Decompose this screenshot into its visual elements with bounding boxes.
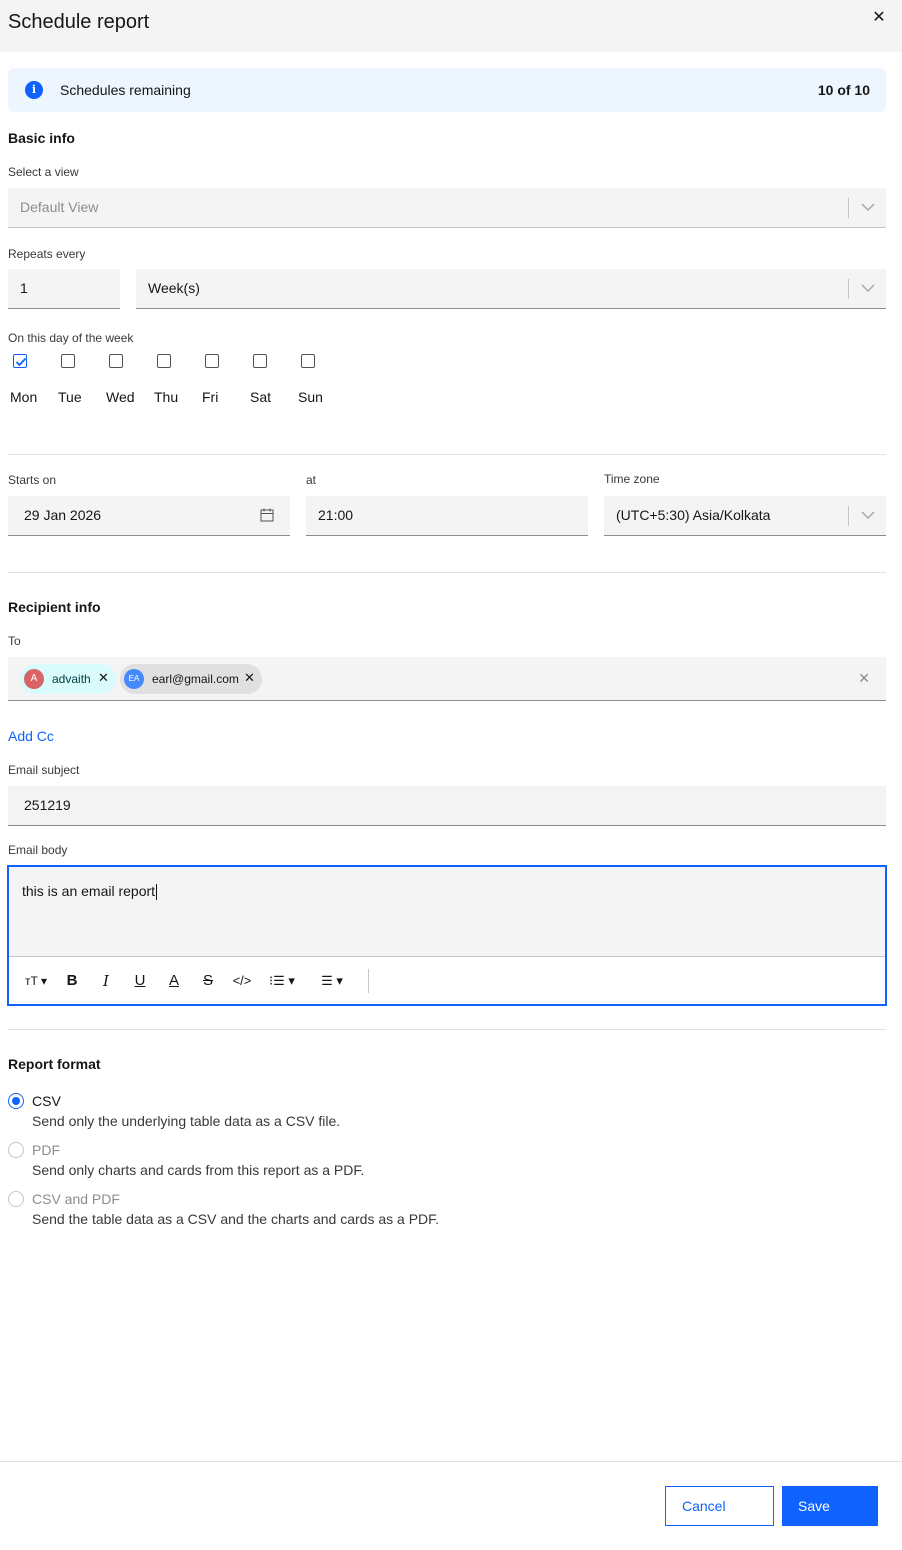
bold-icon[interactable]: B (63, 969, 81, 993)
schedules-remaining-banner: i Schedules remaining 10 of 10 (8, 68, 886, 112)
footer-divider (0, 1461, 902, 1462)
repeats-number-input[interactable]: 1 (8, 269, 120, 309)
email-body-editor[interactable]: this is an email report ᴛT ▾ B I U A S <… (7, 865, 887, 1006)
report-format-heading: Report format (8, 1056, 101, 1072)
banner-count: 10 of 10 (817, 82, 870, 98)
timezone-select[interactable]: (UTC+5:30) Asia/Kolkata (604, 496, 886, 536)
at-label: at (306, 473, 317, 487)
day-wed-checkbox[interactable] (109, 354, 123, 368)
to-recipients-input[interactable]: A advaith ✕ EA earl@gmail.com ✕ ✕ (8, 657, 886, 701)
radio-csv-and-pdf-desc: Send the table data as a CSV and the cha… (32, 1211, 440, 1227)
view-label: Select a view (8, 165, 79, 179)
dialog-title: Schedule report (8, 11, 150, 33)
basic-info-heading: Basic info (8, 130, 75, 146)
timezone-value: (UTC+5:30) Asia/Kolkata (616, 507, 771, 523)
banner-label: Schedules remaining (60, 82, 191, 98)
repeats-unit-select[interactable]: Week(s) (136, 269, 886, 309)
email-subject-value: 251219 (24, 797, 71, 813)
underline-icon[interactable]: U (131, 969, 149, 993)
day-tue-label: Tue (58, 389, 82, 405)
calendar-icon[interactable] (260, 508, 274, 525)
email-subject-label: Email subject (8, 763, 80, 777)
day-thu-checkbox[interactable] (157, 354, 171, 368)
day-sat-checkbox[interactable] (253, 354, 267, 368)
chevron-down-icon (848, 506, 886, 526)
time-input[interactable]: 21:00 (306, 496, 588, 536)
avatar: EA (124, 669, 144, 689)
repeats-label: Repeats every (8, 247, 86, 261)
radio-csv-and-pdf[interactable] (8, 1191, 24, 1207)
day-tue-checkbox[interactable] (61, 354, 75, 368)
day-sun-label: Sun (298, 389, 323, 405)
email-body-label: Email body (8, 843, 68, 857)
divider (8, 454, 886, 455)
day-fri-label: Fri (202, 389, 219, 405)
radio-pdf-label: PDF (32, 1142, 60, 1158)
font-size-icon[interactable]: ᴛT ▾ (19, 969, 53, 993)
divider (8, 1029, 886, 1030)
editor-toolbar: ᴛT ▾ B I U A S </> ⁝☰ ▾ ☰ ▾ (9, 956, 885, 1004)
text-color-icon[interactable]: A (165, 969, 183, 993)
add-cc-link[interactable]: Add Cc (8, 728, 54, 744)
time-value: 21:00 (318, 507, 354, 523)
recipient-tag-text: advaith (52, 672, 91, 686)
chevron-down-icon (848, 198, 886, 218)
radio-csv[interactable] (8, 1093, 24, 1109)
recipient-tag: A advaith ✕ (20, 664, 116, 694)
day-sun-checkbox[interactable] (301, 354, 315, 368)
day-mon-label: Mon (10, 389, 38, 405)
recipient-tag-text: earl@gmail.com (152, 672, 239, 686)
dialog-header: Schedule report ✕ (0, 0, 902, 52)
close-icon[interactable]: ✕ (870, 9, 888, 27)
cancel-button[interactable]: Cancel (665, 1486, 774, 1526)
timezone-label: Time zone (604, 472, 660, 486)
days-label: On this day of the week (8, 331, 134, 345)
chevron-down-icon (848, 279, 886, 299)
to-label: To (8, 634, 21, 648)
italic-icon[interactable]: I (97, 969, 115, 993)
radio-csv-label: CSV (32, 1093, 61, 1109)
starts-on-label: Starts on (8, 473, 57, 487)
day-sat-label: Sat (250, 389, 272, 405)
radio-pdf[interactable] (8, 1142, 24, 1158)
email-body-value: this is an email report (22, 883, 156, 899)
day-fri-checkbox[interactable] (205, 354, 219, 368)
code-icon[interactable]: </> (231, 969, 253, 993)
save-button[interactable]: Save (782, 1486, 878, 1526)
radio-pdf-desc: Send only charts and cards from this rep… (32, 1162, 365, 1178)
recipient-info-heading: Recipient info (8, 599, 101, 615)
toolbar-separator (368, 969, 369, 993)
remove-tag-icon[interactable]: ✕ (244, 671, 255, 685)
strikethrough-icon[interactable]: S (199, 969, 217, 993)
radio-csv-and-pdf-label: CSV and PDF (32, 1191, 120, 1207)
day-thu-label: Thu (154, 389, 179, 405)
start-date-picker[interactable]: 29 Jan 2026 (8, 496, 290, 536)
repeats-unit-value: Week(s) (148, 280, 200, 296)
text-caret (156, 884, 158, 901)
day-wed-label: Wed (106, 389, 135, 405)
remove-tag-icon[interactable]: ✕ (98, 671, 109, 685)
align-icon[interactable]: ☰ ▾ (315, 969, 349, 993)
info-icon: i (25, 81, 43, 99)
view-select[interactable]: Default View (8, 188, 886, 228)
recipient-tag: EA earl@gmail.com ✕ (120, 664, 262, 694)
clear-recipients-icon[interactable]: ✕ (858, 670, 870, 687)
divider (8, 572, 886, 573)
start-date-value: 29 Jan 2026 (24, 507, 102, 523)
day-mon-checkbox[interactable] (13, 354, 27, 368)
view-select-value: Default View (20, 199, 99, 215)
avatar: A (24, 669, 44, 689)
email-subject-input[interactable]: 251219 (8, 786, 886, 826)
email-body-text[interactable]: this is an email report (22, 883, 158, 901)
bullet-list-icon[interactable]: ⁝☰ ▾ (265, 969, 299, 993)
radio-csv-desc: Send only the underlying table data as a… (32, 1113, 341, 1129)
repeats-number-value: 1 (20, 280, 28, 296)
